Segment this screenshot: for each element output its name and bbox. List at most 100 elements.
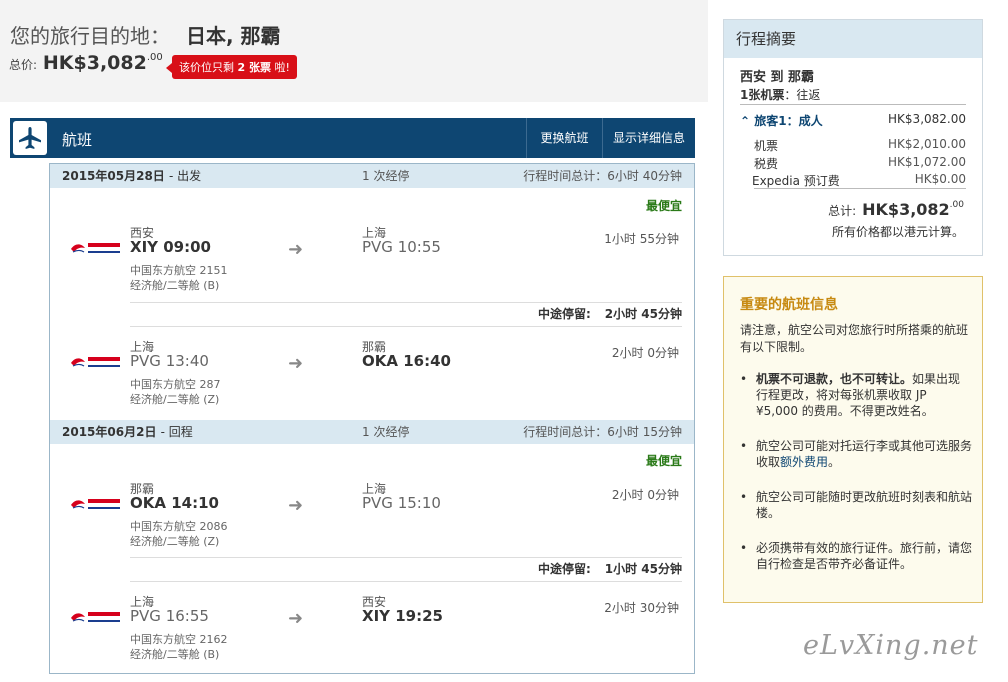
layover-value: 1小时 45分钟 xyxy=(604,562,682,576)
airplane-icon xyxy=(13,121,47,155)
price-row: Expedia 预订费 HK$0.00 xyxy=(752,172,966,189)
segment-duration: 2小时 30分钟 xyxy=(604,601,679,615)
departure-time: OKA 14:10 xyxy=(130,494,219,512)
airline-flight: 中国东方航空 287 xyxy=(130,378,221,391)
watermark: eLvXing.net xyxy=(803,630,979,661)
leg-direction: - 回程 xyxy=(160,425,193,439)
price-row-value: HK$0.00 xyxy=(914,172,966,186)
info-title: 重要的航班信息 xyxy=(740,297,838,313)
arrow-right-icon: ➜ xyxy=(288,239,304,260)
leg-header-return: 2015年06月2日 - 回程 1 次经停 行程时间总计：6小时 15分钟 xyxy=(50,420,694,444)
leg-date: 2015年05月28日 - 出发 xyxy=(62,164,201,188)
info-item-text: 航空公司可能随时更改航班时刻表和航站楼。 xyxy=(756,490,973,520)
info-item: 机票不可退款，也不可转让。如果出现行程更改，将对每张机票收取 JP ¥5,000… xyxy=(740,371,972,419)
flight-bar-title: 航班 xyxy=(62,131,93,149)
info-list: 机票不可退款，也不可转让。如果出现行程更改，将对每张机票收取 JP ¥5,000… xyxy=(740,371,972,591)
leg-stops: 1 次经停 xyxy=(362,425,410,439)
ticket-type: 1张机票：往返 xyxy=(740,86,820,103)
info-item-bold: 机票不可退款，也不可转让。 xyxy=(756,372,913,386)
badge-seat-count: 2 张票 xyxy=(237,61,271,74)
airline-flight: 中国东方航空 2086 xyxy=(130,520,228,533)
segment-duration: 2小时 0分钟 xyxy=(611,488,679,502)
traveler-row[interactable]: ⌃ 旅客1：成人 HK$3,082.00 xyxy=(740,112,966,129)
info-item: 航空公司可能随时更改航班时刻表和航站楼。 xyxy=(740,489,972,521)
summary-total-label: 总计: xyxy=(828,204,857,218)
important-flight-info: 重要的航班信息 请注意，航空公司对您旅行时所搭乘的航班有以下限制。 机票不可退款… xyxy=(723,276,983,603)
badge-text-post: 啦! xyxy=(274,61,290,74)
arrow-right-icon: ➜ xyxy=(288,608,304,629)
price-row-label: 税费 xyxy=(754,157,779,171)
show-details-button[interactable]: 显示详细信息 xyxy=(602,118,695,158)
info-intro: 请注意，航空公司对您旅行时所搭乘的航班有以下限制。 xyxy=(740,323,969,354)
flight-segment: 那霸 OKA 14:10 中国东方航空 2086 经济舱/二等舱 (Z) ➜ 上… xyxy=(50,480,694,565)
summary-divider xyxy=(740,104,966,105)
destination-value: 日本, 那霸 xyxy=(186,24,281,48)
flight-bar: 航班 更换航班 显示详细信息 xyxy=(10,118,695,158)
total-price-label: 总价: xyxy=(9,58,38,72)
leg-total-time: 行程时间总计：6小时 15分钟 xyxy=(523,425,682,439)
flight-segment: 上海 PVG 13:40 中国东方航空 287 经济舱/二等舱 (Z) ➜ 那霸… xyxy=(50,338,694,423)
leg-stops: 1 次经停 xyxy=(362,169,410,183)
layover-row: 中途停留: 2小时 45分钟 xyxy=(130,302,682,327)
cabin-class: 经济舱/二等舱 (Z) xyxy=(130,393,220,406)
traveler-toggle[interactable]: ⌃ 旅客1：成人 xyxy=(740,114,823,128)
cheapest-tag: 最便宜 xyxy=(645,199,682,213)
arrow-right-icon: ➜ xyxy=(288,495,304,516)
arrow-right-icon: ➜ xyxy=(288,353,304,374)
traveler-label: 旅客1：成人 xyxy=(754,114,823,128)
ticket-count: 1张机票 xyxy=(740,88,785,102)
seats-left-badge: 该价位只剩 2 张票 啦! xyxy=(166,55,297,79)
cabin-class: 经济舱/二等舱 (B) xyxy=(130,279,220,292)
summary-route: 西安 到 那霸 xyxy=(740,70,815,85)
summary-total-value: HK$3,082.00 xyxy=(862,200,964,219)
arrival-time: PVG 15:10 xyxy=(362,494,441,512)
layover-row: 中途停留: 1小时 45分钟 xyxy=(130,557,682,582)
departure-time: PVG 13:40 xyxy=(130,352,209,370)
info-item: 航空公司可能对托运行李或其他可选服务收取额外费用。 xyxy=(740,438,972,470)
airline-flight: 中国东方航空 2151 xyxy=(130,264,228,277)
departure-time: PVG 16:55 xyxy=(130,607,209,625)
price-row: 机票 HK$2,010.00 xyxy=(754,137,966,154)
leg-date: 2015年06月2日 - 回程 xyxy=(62,420,193,444)
cabin-class: 经济舱/二等舱 (Z) xyxy=(130,535,220,548)
summary-title: 行程摘要 xyxy=(724,20,982,58)
info-item-text: 必须携带有效的旅行证件。旅行前，请您自行检查是否带齐必备证件。 xyxy=(756,541,973,571)
extra-fees-link[interactable]: 额外费用 xyxy=(780,455,828,469)
summary-total-main: HK$3,082 xyxy=(862,200,950,219)
china-eastern-logo-icon xyxy=(71,357,120,367)
layover-label: 中途停留: xyxy=(537,562,591,576)
ticket-trip-type: ：往返 xyxy=(784,88,821,102)
change-flight-button[interactable]: 更换航班 xyxy=(526,118,602,158)
traveler-price: HK$3,082.00 xyxy=(888,112,966,126)
price-row-label: 机票 xyxy=(754,139,779,153)
segment-duration: 1小时 55分钟 xyxy=(604,232,679,246)
info-item-text: 。 xyxy=(828,455,841,469)
summary-total: 总计: HK$3,082.00 xyxy=(828,200,964,219)
summary-divider xyxy=(754,188,966,189)
cabin-class: 经济舱/二等舱 (B) xyxy=(130,648,220,661)
page-header: 您的旅行目的地： 日本, 那霸 总价: HK$3,082.00 该价位只剩 2 张… xyxy=(0,0,708,102)
china-eastern-logo-icon xyxy=(71,612,120,622)
cheapest-tag: 最便宜 xyxy=(645,454,682,468)
total-price-cents: .00 xyxy=(146,52,163,63)
leg-total-time: 行程时间总计：6小时 40分钟 xyxy=(523,169,682,183)
flight-itinerary: 2015年05月28日 - 出发 1 次经停 行程时间总计：6小时 40分钟 最… xyxy=(49,163,695,674)
chevron-up-icon: ⌃ xyxy=(740,114,751,128)
total-price-value: HK$3,082.00 xyxy=(43,52,163,74)
arrival-time: OKA 16:40 xyxy=(362,352,451,370)
trip-summary: 行程摘要 西安 到 那霸 1张机票：往返 ⌃ 旅客1：成人 HK$3,082.0… xyxy=(723,19,983,256)
china-eastern-logo-icon xyxy=(71,499,120,509)
destination-label: 您的旅行目的地： xyxy=(10,24,170,48)
total-price-main: HK$3,082 xyxy=(42,52,147,74)
arrival-time: PVG 10:55 xyxy=(362,238,441,256)
leg-header-outbound: 2015年05月28日 - 出发 1 次经停 行程时间总计：6小时 40分钟 xyxy=(50,164,694,188)
departure-time: XIY 09:00 xyxy=(130,238,211,256)
leg-date-value: 2015年06月2日 xyxy=(62,425,157,439)
price-row-value: HK$2,010.00 xyxy=(888,137,966,151)
destination-heading: 您的旅行目的地： 日本, 那霸 xyxy=(10,20,281,49)
airline-flight: 中国东方航空 2162 xyxy=(130,633,228,646)
leg-direction: - 出发 xyxy=(169,169,202,183)
price-row-label: Expedia 预订费 xyxy=(752,174,840,188)
flight-segment: 上海 PVG 16:55 中国东方航空 2162 经济舱/二等舱 (B) ➜ 西… xyxy=(50,593,694,678)
segment-duration: 2小时 0分钟 xyxy=(611,346,679,360)
